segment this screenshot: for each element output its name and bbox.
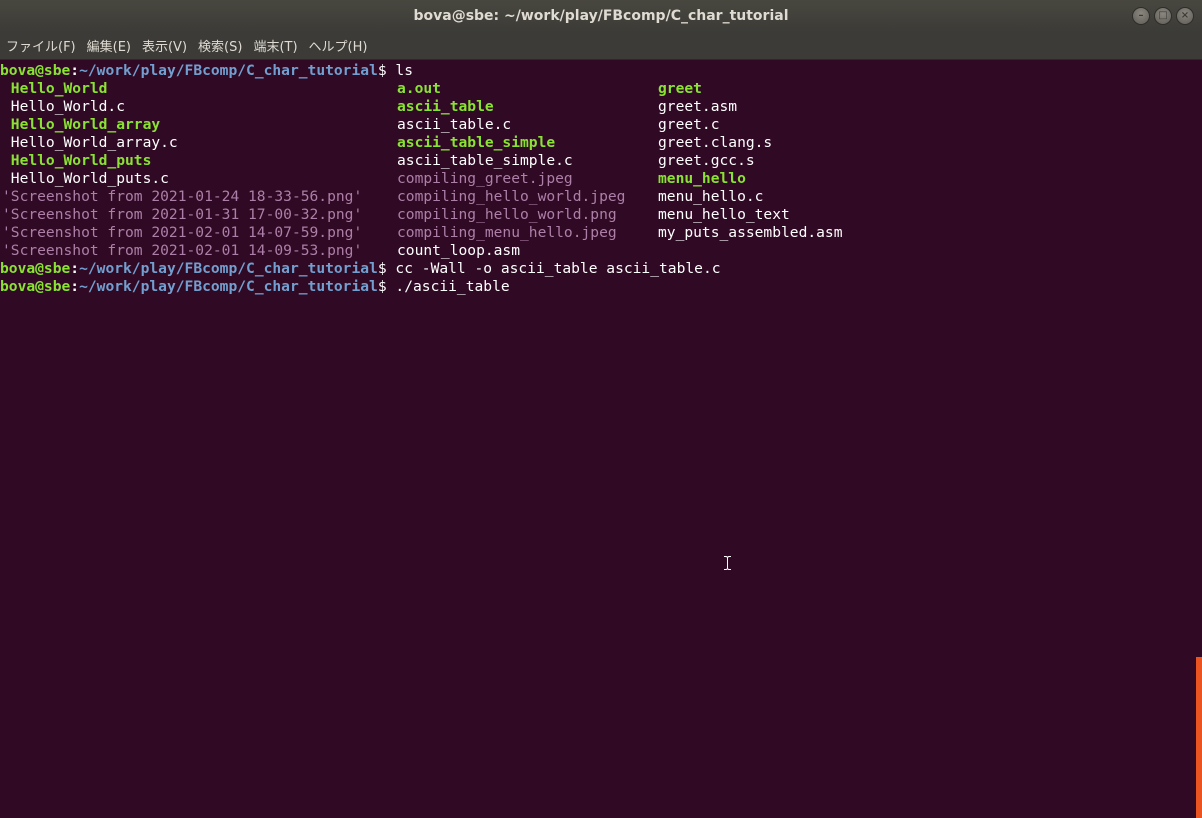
prompt-path: ~/work/play/FBcomp/C_char_tutorial: [79, 278, 378, 295]
maximize-icon[interactable]: □: [1154, 7, 1172, 25]
ls-entry: Hello_World_array.c: [2, 134, 178, 151]
ls-row: Hello_World a.out greet: [0, 80, 1196, 98]
ls-entry: Hello_World_puts: [2, 152, 152, 169]
ls-entry: greet: [658, 80, 702, 97]
close-icon[interactable]: ×: [1176, 7, 1194, 25]
menu-search[interactable]: 検索(S): [198, 36, 242, 55]
minimize-icon[interactable]: –: [1132, 7, 1150, 25]
prompt-line: bova@sbe:~/work/play/FBcomp/C_char_tutor…: [0, 260, 1196, 278]
prompt-colon: :: [70, 278, 80, 295]
ls-entry: menu_hello_text: [658, 206, 790, 223]
terminal-window: bova@sbe: ~/work/play/FBcomp/C_char_tuto…: [0, 0, 1202, 818]
menu-help[interactable]: ヘルプ(H): [309, 36, 368, 55]
title-bar[interactable]: bova@sbe: ~/work/play/FBcomp/C_char_tuto…: [0, 0, 1202, 32]
prompt-colon: :: [70, 62, 80, 79]
ls-entry: menu_hello.c: [658, 188, 764, 205]
prompt-path: ~/work/play/FBcomp/C_char_tutorial: [79, 260, 378, 277]
menu-file[interactable]: ファイル(F): [6, 36, 76, 55]
ls-entry: compiling_menu_hello.jpeg: [397, 224, 617, 241]
ls-row: Hello_World_puts.c compiling_greet.jpeg …: [0, 170, 1196, 188]
prompt-user: bova@sbe: [0, 260, 71, 277]
ls-output: Hello_World a.out greet Hello_World.c as…: [0, 80, 1196, 260]
window-controls: – □ ×: [1132, 7, 1194, 25]
ls-row: Hello_World_array.c ascii_table_simple g…: [0, 134, 1196, 152]
prompt-user: bova@sbe: [0, 278, 71, 295]
command-text: ls: [395, 62, 413, 79]
ls-entry: greet.clang.s: [658, 134, 773, 151]
ls-entry: Hello_World_puts.c: [2, 170, 169, 187]
ls-entry: greet.gcc.s: [658, 152, 755, 169]
ls-row: 'Screenshot from 2021-02-01 14-09-53.png…: [0, 242, 1196, 260]
ls-entry: Hello_World.c: [2, 98, 126, 115]
menu-edit[interactable]: 編集(E): [87, 36, 131, 55]
scrollbar-thumb[interactable]: [1196, 657, 1202, 818]
terminal-output[interactable]: bova@sbe:~/work/play/FBcomp/C_char_tutor…: [0, 62, 1196, 818]
prompt-user: bova@sbe: [0, 62, 71, 79]
ls-entry: greet.c: [658, 116, 720, 133]
ls-entry: 'Screenshot from 2021-01-24 18-33-56.png…: [2, 188, 363, 205]
ls-row: Hello_World_array ascii_table.c greet.c: [0, 116, 1196, 134]
prompt-dollar: $: [377, 260, 387, 277]
ls-entry: 'Screenshot from 2021-02-01 14-07-59.png…: [2, 224, 363, 241]
ls-entry: 'Screenshot from 2021-02-01 14-09-53.png…: [2, 242, 363, 259]
ls-row: Hello_World_puts ascii_table_simple.c gr…: [0, 152, 1196, 170]
ls-row: Hello_World.c ascii_table greet.asm: [0, 98, 1196, 116]
ls-entry: compiling_greet.jpeg: [397, 170, 573, 187]
menu-view[interactable]: 表示(V): [142, 36, 187, 55]
prompt-path: ~/work/play/FBcomp/C_char_tutorial: [79, 62, 378, 79]
prompt-dollar: $: [377, 62, 387, 79]
prompt-line: bova@sbe:~/work/play/FBcomp/C_char_tutor…: [0, 62, 1196, 80]
prompt-colon: :: [70, 260, 80, 277]
ls-entry: 'Screenshot from 2021-01-31 17-00-32.png…: [2, 206, 363, 223]
ls-row: 'Screenshot from 2021-02-01 14-07-59.png…: [0, 224, 1196, 242]
prompt-dollar: $: [377, 278, 387, 295]
ls-row: 'Screenshot from 2021-01-24 18-33-56.png…: [0, 188, 1196, 206]
ls-entry: menu_hello: [658, 170, 746, 187]
ls-entry: compiling_hello_world.jpeg: [397, 188, 626, 205]
ibeam-cursor-icon: [724, 556, 731, 570]
ls-entry: ascii_table_simple.c: [397, 152, 573, 169]
prompt-line: bova@sbe:~/work/play/FBcomp/C_char_tutor…: [0, 278, 1196, 296]
ls-entry: Hello_World_array: [2, 116, 161, 133]
ls-entry: count_loop.asm: [397, 242, 521, 259]
ls-entry: greet.asm: [658, 98, 738, 115]
command-text: ./ascii_table: [395, 278, 510, 295]
menu-terminal[interactable]: 端末(T): [253, 36, 297, 55]
ls-entry: my_puts_assembled.asm: [658, 224, 843, 241]
ls-entry: a.out: [397, 80, 441, 97]
menu-bar: ファイル(F) 編集(E) 表示(V) 検索(S) 端末(T) ヘルプ(H): [0, 32, 1202, 60]
ls-entry: compiling_hello_world.png: [397, 206, 617, 223]
ls-entry: ascii_table.c: [397, 116, 512, 133]
ls-entry: ascii_table_simple: [397, 134, 556, 151]
window-title: bova@sbe: ~/work/play/FBcomp/C_char_tuto…: [413, 8, 789, 24]
command-text: cc -Wall -o ascii_table ascii_table.c: [395, 260, 721, 277]
ls-row: 'Screenshot from 2021-01-31 17-00-32.png…: [0, 206, 1196, 224]
ls-entry: ascii_table: [397, 98, 494, 115]
ls-entry: Hello_World: [2, 80, 108, 97]
